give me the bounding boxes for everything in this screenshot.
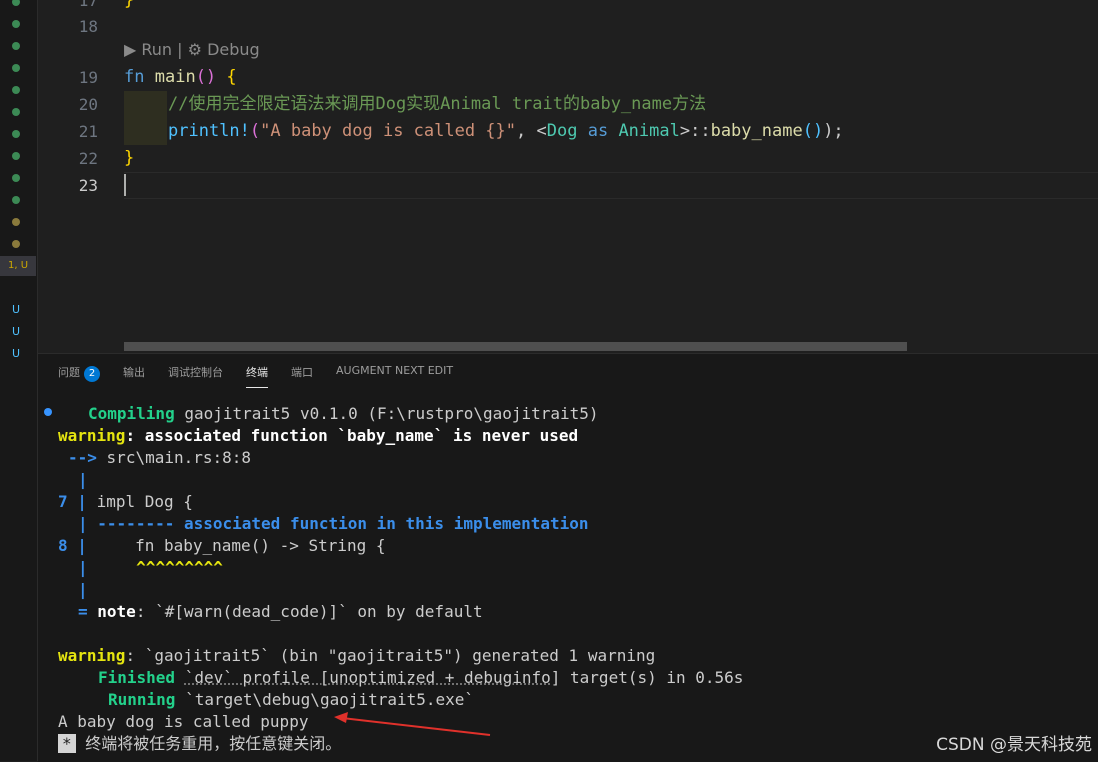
line-number: 17 [78, 0, 98, 10]
code-editor[interactable]: 17 18 19 20 21 22 23 } ▶ Run | ⚙ Debug f… [0, 0, 1098, 352]
tab-problems[interactable]: 问题 2 [58, 364, 100, 388]
type-animal: Animal [618, 121, 680, 141]
indent-guide-highlight [124, 91, 167, 118]
tab-terminal[interactable]: 终端 [246, 364, 268, 388]
indent-guide-highlight [124, 118, 167, 145]
paren-open: ( [249, 121, 261, 141]
tab-debug-console[interactable]: 调试控制台 [168, 364, 223, 388]
warning-label: warning [58, 426, 126, 445]
panel-tabs: 问题 2 输出 调试控制台 终端 端口 AUGMENT NEXT EDIT [58, 364, 453, 388]
problems-count-badge: 2 [84, 366, 100, 382]
macro-println: println! [168, 121, 250, 141]
code-line-22: } [124, 148, 135, 168]
source-line: impl Dog { [96, 492, 193, 511]
warning-label: warning [58, 646, 126, 665]
code-line-20-comment: //使用完全限定语法来调用Dog实现Animal trait的baby_name… [168, 94, 707, 114]
string-literal: "A baby dog is called {}" [260, 121, 517, 141]
line-number: 20 [78, 95, 98, 114]
location-text: src\main.rs:8:8 [106, 448, 252, 467]
gutter-pipe: | [78, 514, 88, 533]
line-number: 19 [78, 68, 98, 87]
reuse-message: 终端将被任务重用，按任意键关闭。 [85, 734, 342, 753]
fn-baby-name: baby_name [710, 121, 803, 141]
code-line-19: fn main() { [124, 64, 237, 91]
program-output: A baby dog is called puppy [58, 712, 309, 731]
parens: () [195, 67, 217, 87]
caret-marker: ^^^^^^^^^ [97, 558, 223, 577]
keyword-as: as [587, 121, 609, 141]
running-text: `target\debug\gaojitrait5.exe` [185, 690, 475, 709]
terminal-line-number: 8 [58, 536, 68, 555]
gutter-pipe: | [78, 470, 88, 489]
brace-open: { [226, 67, 237, 87]
horizontal-scrollbar[interactable] [124, 342, 907, 351]
type-dog: Dog [546, 121, 578, 141]
punct: , < [516, 121, 547, 141]
note-equals: = [78, 602, 88, 621]
watermark: CSDN @景天科技苑 [936, 735, 1092, 755]
code-line-17: } [124, 0, 135, 10]
code-line-21: println!("A baby dog is called {}", <Dog… [168, 118, 844, 145]
gutter-pipe: | [78, 558, 88, 577]
function-name: main [154, 67, 196, 87]
warning-text: : associated function `baby_name` is nev… [125, 426, 579, 445]
line-number: 18 [78, 17, 98, 36]
keyword-fn: fn [124, 67, 145, 87]
text-cursor [124, 174, 126, 196]
tab-label: 问题 [58, 366, 80, 379]
running-label: Running [108, 690, 176, 709]
gutter-pipe: | [78, 580, 88, 599]
terminal-line-number: 7 [58, 492, 68, 511]
command-status-dot [44, 408, 52, 416]
current-line-highlight [124, 172, 1098, 199]
gutter-pipe: | [77, 492, 87, 511]
call-parens: () [802, 121, 824, 141]
codelens-run-debug[interactable]: ▶ Run | ⚙ Debug [124, 40, 260, 59]
tab-augment-next-edit[interactable]: AUGMENT NEXT EDIT [336, 364, 453, 388]
finished-text: target(s) in 0.56s [570, 668, 744, 687]
finished-profile: `dev` profile [unoptimized + debuginfo] [184, 668, 561, 687]
warning-summary: : `gaojitrait5` (bin "gaojitrait5") gene… [125, 646, 656, 665]
line-number-active: 23 [78, 176, 98, 195]
tab-ports[interactable]: 端口 [291, 364, 313, 388]
punct: >:: [679, 121, 711, 141]
compiling-text: gaojitrait5 v0.1.0 (F:\rustpro\gaojitrai… [184, 404, 599, 423]
finished-label: Finished [98, 668, 176, 687]
gutter-pipe: | [77, 536, 87, 555]
line-number: 22 [78, 149, 98, 168]
tab-output[interactable]: 输出 [123, 364, 145, 388]
source-line: fn baby_name() -> String { [96, 536, 386, 555]
terminal-output[interactable]: Compiling gaojitrait5 v0.1.0 (F:\rustpro… [58, 403, 743, 755]
punct: ); [823, 121, 844, 141]
compiling-label: Compiling [88, 404, 175, 423]
location-arrow: --> [68, 448, 97, 467]
impl-annotation: -------- associated function in this imp… [97, 514, 589, 533]
note-text: : `#[warn(dead_code)]` on by default [135, 602, 483, 621]
line-number: 21 [78, 122, 98, 141]
note-label: note [97, 602, 136, 621]
task-star: * [58, 734, 76, 753]
